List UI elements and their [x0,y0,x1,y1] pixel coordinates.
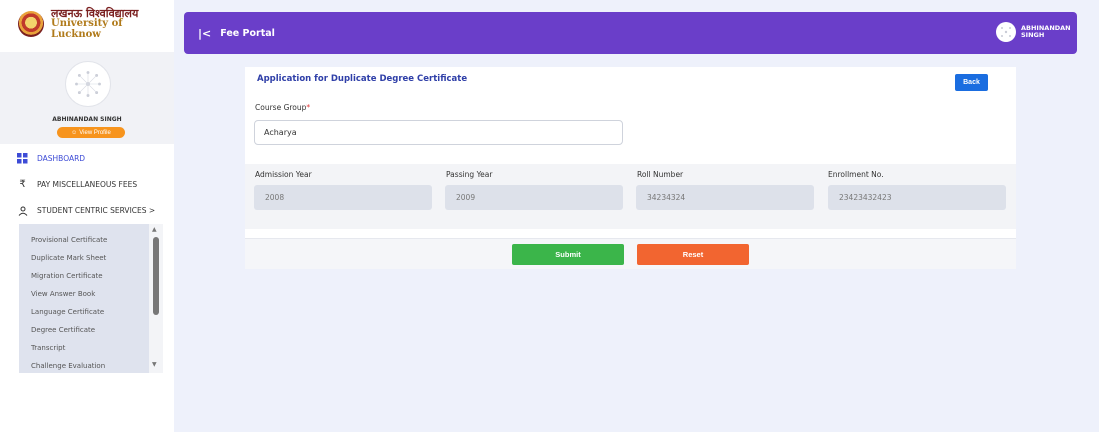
course-group-select[interactable]: Acharya [254,120,623,145]
profile-name: ABHINANDAN SINGH [52,116,122,123]
brand-english-name: University of Lucknow [51,18,123,40]
submenu-item-challenge[interactable]: Challenge Evaluation [31,362,105,370]
submenu-item-degree[interactable]: Degree Certificate [31,326,95,334]
profile-panel: ABHINANDAN SINGH ☺ View Profile [0,52,174,144]
submit-button[interactable]: Submit [512,244,624,265]
view-profile-button[interactable]: ☺ View Profile [57,127,125,138]
form-actions: Submit Reset [245,238,1016,269]
brand[interactable]: लखनऊ विश्वविद्यालय University of Lucknow [0,0,174,48]
nav-student-services[interactable]: STUDENT CENTRIC SERVICES > [17,205,155,216]
reset-button[interactable]: Reset [637,244,749,265]
submenu-item-answer-book[interactable]: View Answer Book [31,290,95,298]
user-name: ABHINANDAN SINGH [1021,23,1071,39]
submenu-item-language[interactable]: Language Certificate [31,308,104,316]
form-title: Application for Duplicate Degree Certifi… [257,74,468,84]
enrollment-field: 23423432423 [828,185,1006,210]
nav-dashboard-label: DASHBOARD [37,154,86,163]
submenu-scrollbar[interactable]: ▲ ▼ [149,224,163,373]
person-icon [17,205,28,216]
user-avatar [996,22,1016,42]
admission-year-field: 2008 [254,185,432,210]
submenu-item-migration[interactable]: Migration Certificate [31,272,103,280]
nav-dashboard[interactable]: DASHBOARD [17,153,85,164]
page-title: Fee Portal [220,27,275,39]
user-menu[interactable]: ABHINANDAN SINGH [996,22,1071,42]
university-logo [18,11,44,37]
nav-misc-fees[interactable]: ₹ PAY MISCELLANEOUS FEES [17,179,137,190]
roll-number-label: Roll Number [637,170,684,179]
admission-year-label: Admission Year [255,170,312,179]
collapse-sidebar-icon[interactable]: |< [198,27,211,40]
back-button[interactable]: Back [955,74,988,91]
enrollment-label: Enrollment No. [828,170,884,179]
scroll-up-icon[interactable]: ▲ [152,226,157,233]
avatar [65,61,111,107]
rupee-icon: ₹ [19,179,26,190]
course-group-section: Course Group* Acharya [245,98,1016,158]
scroll-thumb[interactable] [153,237,159,315]
dashboard-icon [17,153,28,164]
view-profile-label: View Profile [79,129,111,136]
form-card: Application for Duplicate Degree Certifi… [245,67,1016,269]
card-header: Application for Duplicate Degree Certifi… [245,67,1016,98]
passing-year-label: Passing Year [446,170,493,179]
student-services-submenu: Provisional Certificate Duplicate Mark S… [19,224,162,373]
submenu-item-transcript[interactable]: Transcript [31,344,65,352]
roll-number-field: 34234324 [636,185,814,210]
passing-year-field: 2009 [445,185,623,210]
course-group-label: Course Group* [255,103,311,112]
user-icon: ☺ [71,129,78,136]
avatar-pattern-icon [75,71,101,97]
scroll-down-icon[interactable]: ▼ [152,361,157,368]
user-avatar-pattern-icon [1001,27,1011,37]
submenu-item-duplicate-marksheet[interactable]: Duplicate Mark Sheet [31,254,106,262]
submenu-item-provisional[interactable]: Provisional Certificate [31,236,107,244]
nav-misc-fees-label: PAY MISCELLANEOUS FEES [37,180,138,189]
academic-details-section: Admission Year 2008 Passing Year 2009 Ro… [245,164,1016,229]
nav-student-services-label: STUDENT CENTRIC SERVICES > [37,206,156,215]
top-bar: |< Fee Portal ABHINANDAN SINGH [184,12,1077,54]
